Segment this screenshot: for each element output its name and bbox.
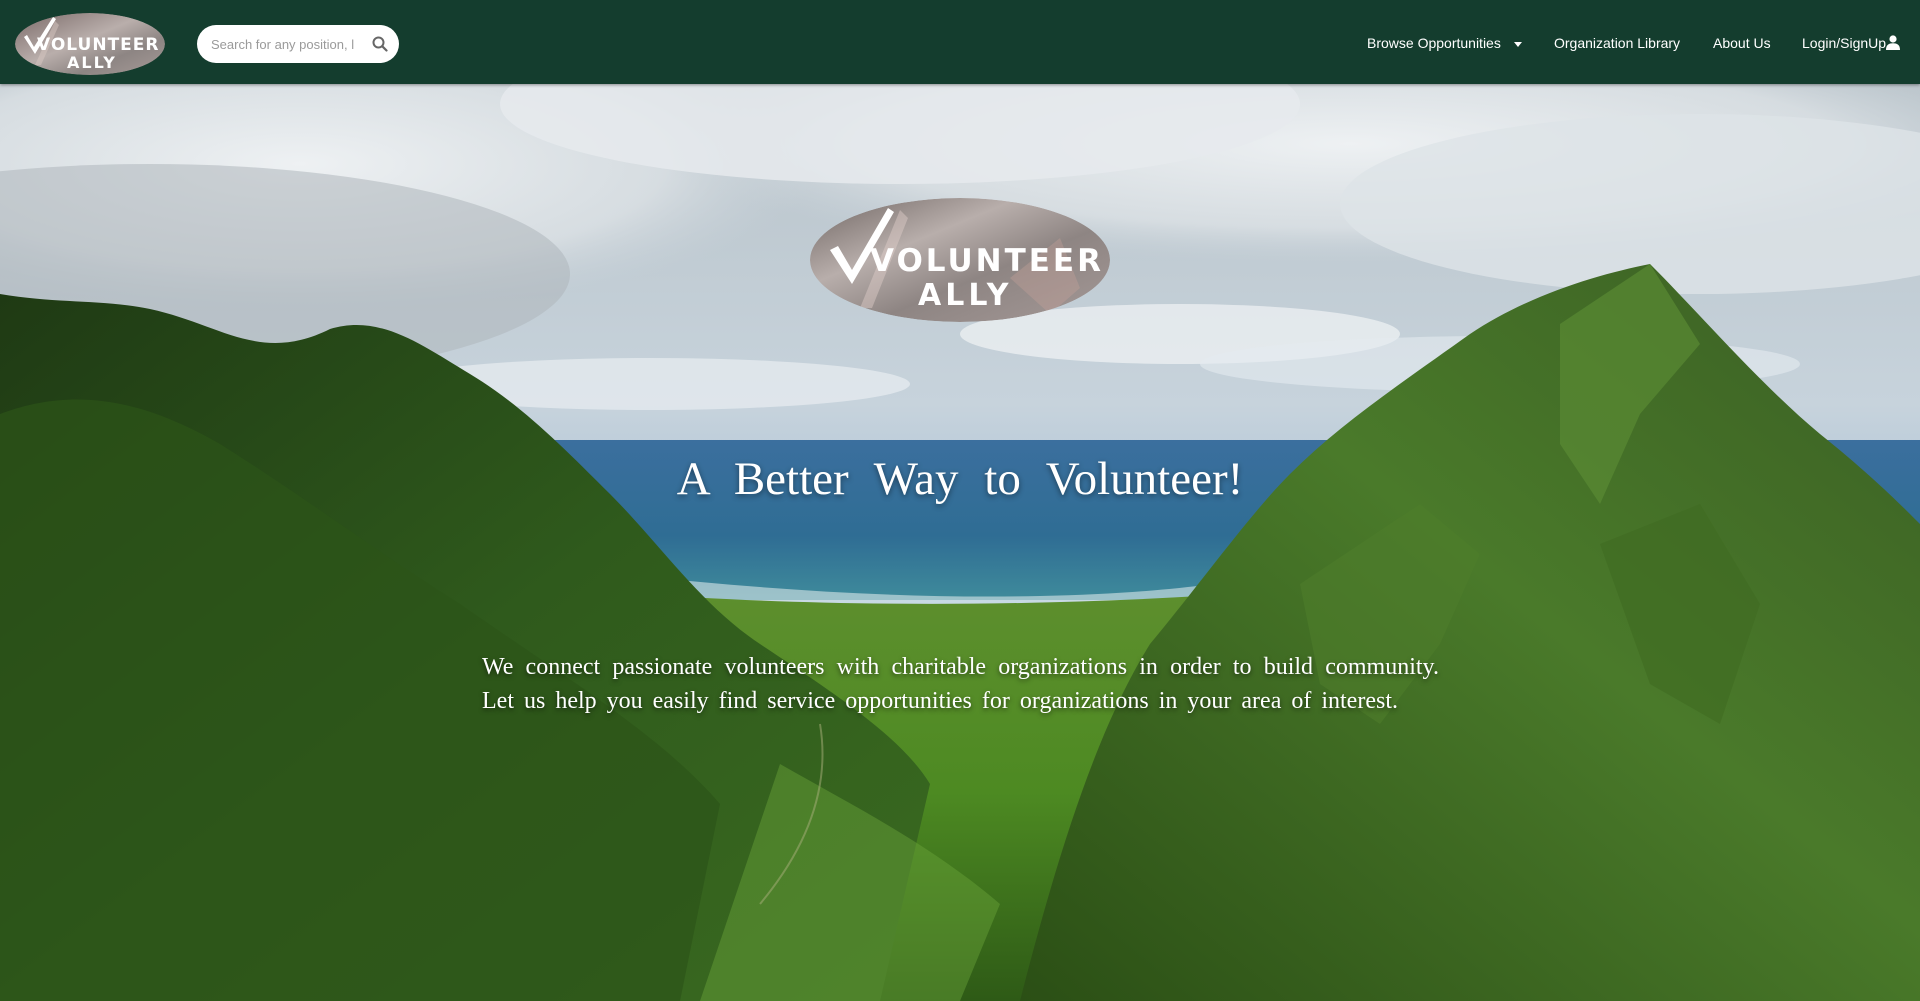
logo-text-line2: ALLY [67,53,117,72]
hero-section: VOLUNTEER ALLY A Better Way to Volunteer… [0,84,1920,1001]
user-icon[interactable] [1886,35,1900,50]
hero-logo-text-line1: VOLUNTEER [870,243,1104,279]
organization-library-link[interactable]: Organization Library [1554,33,1680,53]
about-us-link[interactable]: About Us [1713,33,1771,53]
brand-logo[interactable]: VOLUNTEER ALLY [15,13,165,75]
login-signup-link[interactable]: Login/SignUp [1802,33,1886,53]
logo-text-line1: VOLUNTEER [37,35,159,55]
top-navbar: VOLUNTEER ALLY Browse Opportunities Orga… [0,0,1920,84]
hero-logo: VOLUNTEER ALLY [810,198,1110,322]
search-input[interactable] [211,25,361,63]
browse-opportunities-menu[interactable]: Browse Opportunities [1367,33,1501,53]
hero-headline: A Better Way to Volunteer! [676,453,1244,505]
chevron-down-icon[interactable] [1514,42,1522,47]
search-icon[interactable] [371,35,389,53]
hero-logo-text-line2: ALLY [918,278,1013,313]
search-bar [197,25,399,63]
hero-description: We connect passionate volunteers with ch… [482,654,1439,714]
